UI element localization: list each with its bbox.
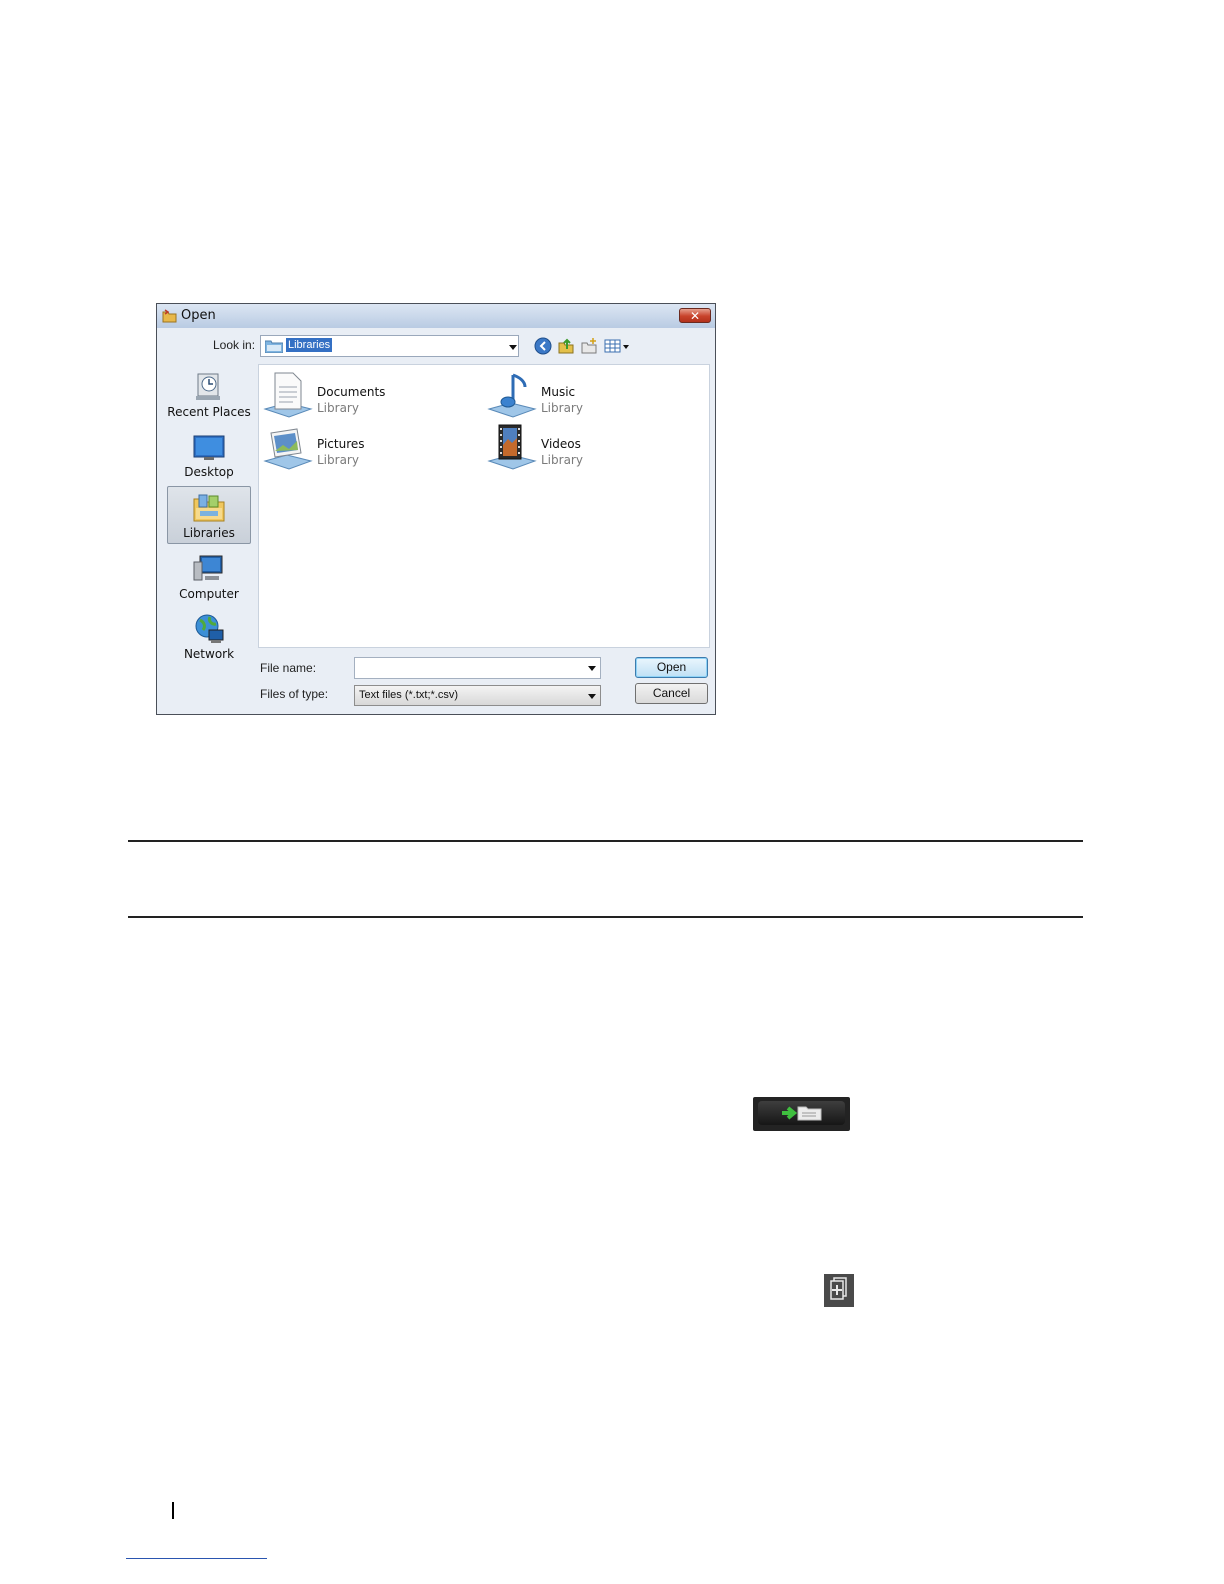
places-bar: Recent Places Desktop Libraries Computer… bbox=[163, 364, 255, 661]
file-type-select[interactable]: Text files (*.txt;*.csv) bbox=[354, 685, 601, 706]
item-name: Documents bbox=[317, 385, 386, 399]
file-name-label: File name: bbox=[260, 661, 317, 675]
open-folder-icon bbox=[162, 309, 177, 323]
desktop-icon bbox=[193, 435, 225, 460]
place-recent-places[interactable]: Recent Places bbox=[167, 366, 251, 422]
open-dialog: Open ✕ Look in: Libraries Recent Places … bbox=[156, 303, 716, 715]
computer-icon bbox=[193, 555, 223, 581]
chevron-down-icon[interactable] bbox=[588, 694, 596, 699]
item-type: Library bbox=[541, 401, 583, 415]
item-name: Pictures bbox=[317, 437, 365, 451]
list-item-music[interactable]: Music Library bbox=[487, 371, 687, 419]
place-label: Network bbox=[183, 647, 235, 661]
item-name: Music bbox=[541, 385, 576, 399]
footer-rule bbox=[126, 1558, 267, 1559]
place-network[interactable]: Network bbox=[167, 608, 251, 664]
videos-library-icon bbox=[487, 424, 537, 470]
place-label: Recent Places bbox=[167, 405, 251, 419]
import-button-graphic bbox=[753, 1097, 850, 1131]
add-document-icon bbox=[824, 1274, 854, 1307]
chevron-down-icon[interactable] bbox=[588, 666, 596, 671]
back-icon[interactable] bbox=[534, 337, 552, 355]
file-type-label: Files of type: bbox=[260, 687, 329, 701]
bottom-divider bbox=[128, 916, 1083, 918]
look-in-value: Libraries bbox=[286, 338, 333, 352]
libraries-icon bbox=[193, 494, 225, 522]
place-desktop[interactable]: Desktop bbox=[167, 426, 251, 482]
chevron-down-icon[interactable] bbox=[509, 345, 517, 350]
dialog-titlebar[interactable]: Open ✕ bbox=[157, 304, 715, 328]
top-divider bbox=[128, 840, 1083, 842]
place-label: Computer bbox=[179, 587, 239, 601]
place-label: Desktop bbox=[184, 465, 234, 479]
music-library-icon bbox=[487, 373, 537, 418]
item-type: Library bbox=[317, 453, 359, 467]
close-button[interactable]: ✕ bbox=[679, 308, 711, 323]
dialog-title: Open bbox=[181, 308, 216, 323]
pictures-library-icon bbox=[263, 428, 313, 470]
libraries-folder-icon bbox=[265, 340, 283, 353]
file-type-value: Text files (*.txt;*.csv) bbox=[359, 689, 459, 701]
documents-library-icon bbox=[263, 372, 313, 418]
look-in-label: Look in: bbox=[213, 338, 256, 352]
open-button[interactable]: Open bbox=[635, 657, 708, 678]
cancel-button[interactable]: Cancel bbox=[635, 683, 708, 704]
item-type: Library bbox=[317, 401, 359, 415]
list-item-documents[interactable]: Documents Library bbox=[263, 371, 463, 419]
network-icon bbox=[195, 614, 224, 643]
import-file-icon bbox=[782, 1106, 822, 1121]
file-name-input[interactable] bbox=[354, 657, 601, 679]
view-menu-icon[interactable] bbox=[604, 337, 630, 355]
new-folder-icon[interactable] bbox=[580, 337, 598, 355]
margin-bar bbox=[172, 1502, 174, 1519]
file-list[interactable]: Documents Library Music Library Pictures… bbox=[258, 364, 710, 648]
up-folder-icon[interactable] bbox=[557, 337, 575, 355]
recent-places-icon bbox=[196, 373, 220, 400]
place-label: Libraries bbox=[183, 526, 235, 540]
add-document-glyph bbox=[830, 1277, 847, 1300]
place-libraries[interactable]: Libraries bbox=[167, 486, 251, 544]
item-type: Library bbox=[541, 453, 583, 467]
list-item-videos[interactable]: Videos Library bbox=[487, 423, 687, 471]
place-computer[interactable]: Computer bbox=[167, 548, 251, 604]
look-in-dropdown[interactable]: Libraries bbox=[260, 335, 519, 357]
item-name: Videos bbox=[541, 437, 581, 451]
list-item-pictures[interactable]: Pictures Library bbox=[263, 423, 463, 471]
